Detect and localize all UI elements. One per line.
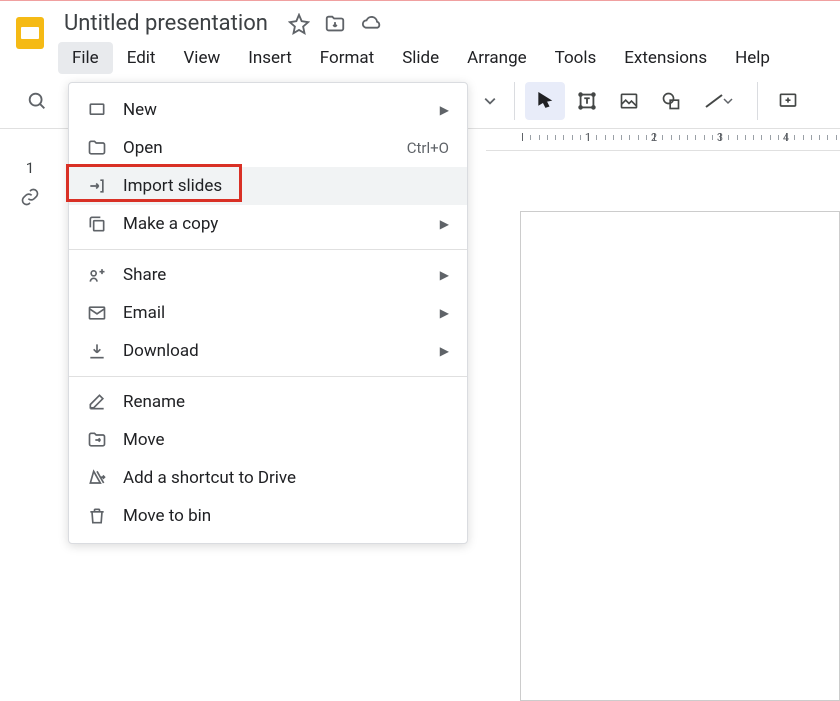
download-icon xyxy=(87,341,115,361)
submenu-arrow-icon: ▶ xyxy=(440,217,449,231)
select-tool-button[interactable] xyxy=(525,82,565,120)
menu-tools[interactable]: Tools xyxy=(541,42,611,74)
menu-edit[interactable]: Edit xyxy=(113,42,170,74)
menu-new[interactable]: New ▶ xyxy=(69,91,467,129)
menu-download-label: Download xyxy=(123,341,440,361)
menu-email[interactable]: Email ▶ xyxy=(69,294,467,332)
document-title[interactable]: Untitled presentation xyxy=(58,9,274,38)
link-icon[interactable] xyxy=(20,187,40,207)
menu-move-to-bin[interactable]: Move to bin xyxy=(69,497,467,535)
rename-icon xyxy=(87,392,115,412)
submenu-arrow-icon: ▶ xyxy=(440,306,449,320)
import-icon xyxy=(87,176,115,196)
textbox-tool-button[interactable] xyxy=(567,82,607,120)
menu-add-shortcut[interactable]: Add a shortcut to Drive xyxy=(69,459,467,497)
submenu-arrow-icon: ▶ xyxy=(440,344,449,358)
menu-copy-label: Make a copy xyxy=(123,214,440,234)
folder-icon xyxy=(87,138,115,158)
slides-logo xyxy=(10,13,50,53)
search-icon[interactable] xyxy=(26,90,48,112)
drive-shortcut-icon xyxy=(87,468,115,488)
horizontal-ruler: 1 2 3 4 xyxy=(486,129,840,151)
menu-share[interactable]: Share ▶ xyxy=(69,256,467,294)
menu-move[interactable]: Move xyxy=(69,421,467,459)
toolbar-dropdown-arrow-icon[interactable] xyxy=(478,89,502,113)
menu-new-label: New xyxy=(123,100,440,120)
menu-shortcut-label: Add a shortcut to Drive xyxy=(123,468,449,488)
email-icon xyxy=(87,303,115,323)
menu-move-label: Move xyxy=(123,430,449,450)
share-icon xyxy=(87,265,115,285)
menu-rename[interactable]: Rename xyxy=(69,383,467,421)
menu-import-label: Import slides xyxy=(123,176,449,196)
menu-import-slides[interactable]: Import slides xyxy=(69,167,467,205)
image-tool-button[interactable] xyxy=(609,82,649,120)
submenu-arrow-icon: ▶ xyxy=(440,268,449,282)
menu-make-copy[interactable]: Make a copy ▶ xyxy=(69,205,467,243)
shape-tool-button[interactable] xyxy=(651,82,691,120)
menu-open-shortcut: Ctrl+O xyxy=(407,139,449,157)
menu-view[interactable]: View xyxy=(169,42,234,74)
line-tool-button[interactable] xyxy=(693,82,745,120)
trash-icon xyxy=(87,506,115,526)
menu-slide[interactable]: Slide xyxy=(388,42,453,74)
menu-bar: File Edit View Insert Format Slide Arran… xyxy=(58,42,830,74)
menu-email-label: Email xyxy=(123,303,440,323)
star-icon[interactable] xyxy=(288,13,310,35)
menu-arrange[interactable]: Arrange xyxy=(453,42,540,74)
menu-file[interactable]: File xyxy=(58,42,113,74)
menu-format[interactable]: Format xyxy=(306,42,388,74)
menu-bin-label: Move to bin xyxy=(123,506,449,526)
menu-open[interactable]: Open Ctrl+O xyxy=(69,129,467,167)
menu-open-label: Open xyxy=(123,138,407,158)
menu-rename-label: Rename xyxy=(123,392,449,412)
new-icon xyxy=(87,100,115,120)
comment-button[interactable] xyxy=(768,82,808,120)
menu-insert[interactable]: Insert xyxy=(234,42,306,74)
cloud-status-icon[interactable] xyxy=(360,13,384,35)
copy-icon xyxy=(87,214,115,234)
menu-help[interactable]: Help xyxy=(721,42,784,74)
slide-number[interactable]: 1 xyxy=(26,159,34,177)
move-icon xyxy=(87,430,115,450)
slide-canvas[interactable] xyxy=(520,211,840,701)
submenu-arrow-icon: ▶ xyxy=(440,103,449,117)
menu-extensions[interactable]: Extensions xyxy=(610,42,721,74)
slide-thumbnail-panel: 1 xyxy=(0,151,60,215)
menu-share-label: Share xyxy=(123,265,440,285)
menu-download[interactable]: Download ▶ xyxy=(69,332,467,370)
move-to-folder-icon[interactable] xyxy=(324,13,346,35)
file-menu-dropdown: New ▶ Open Ctrl+O Import slides Make a c… xyxy=(68,82,468,544)
